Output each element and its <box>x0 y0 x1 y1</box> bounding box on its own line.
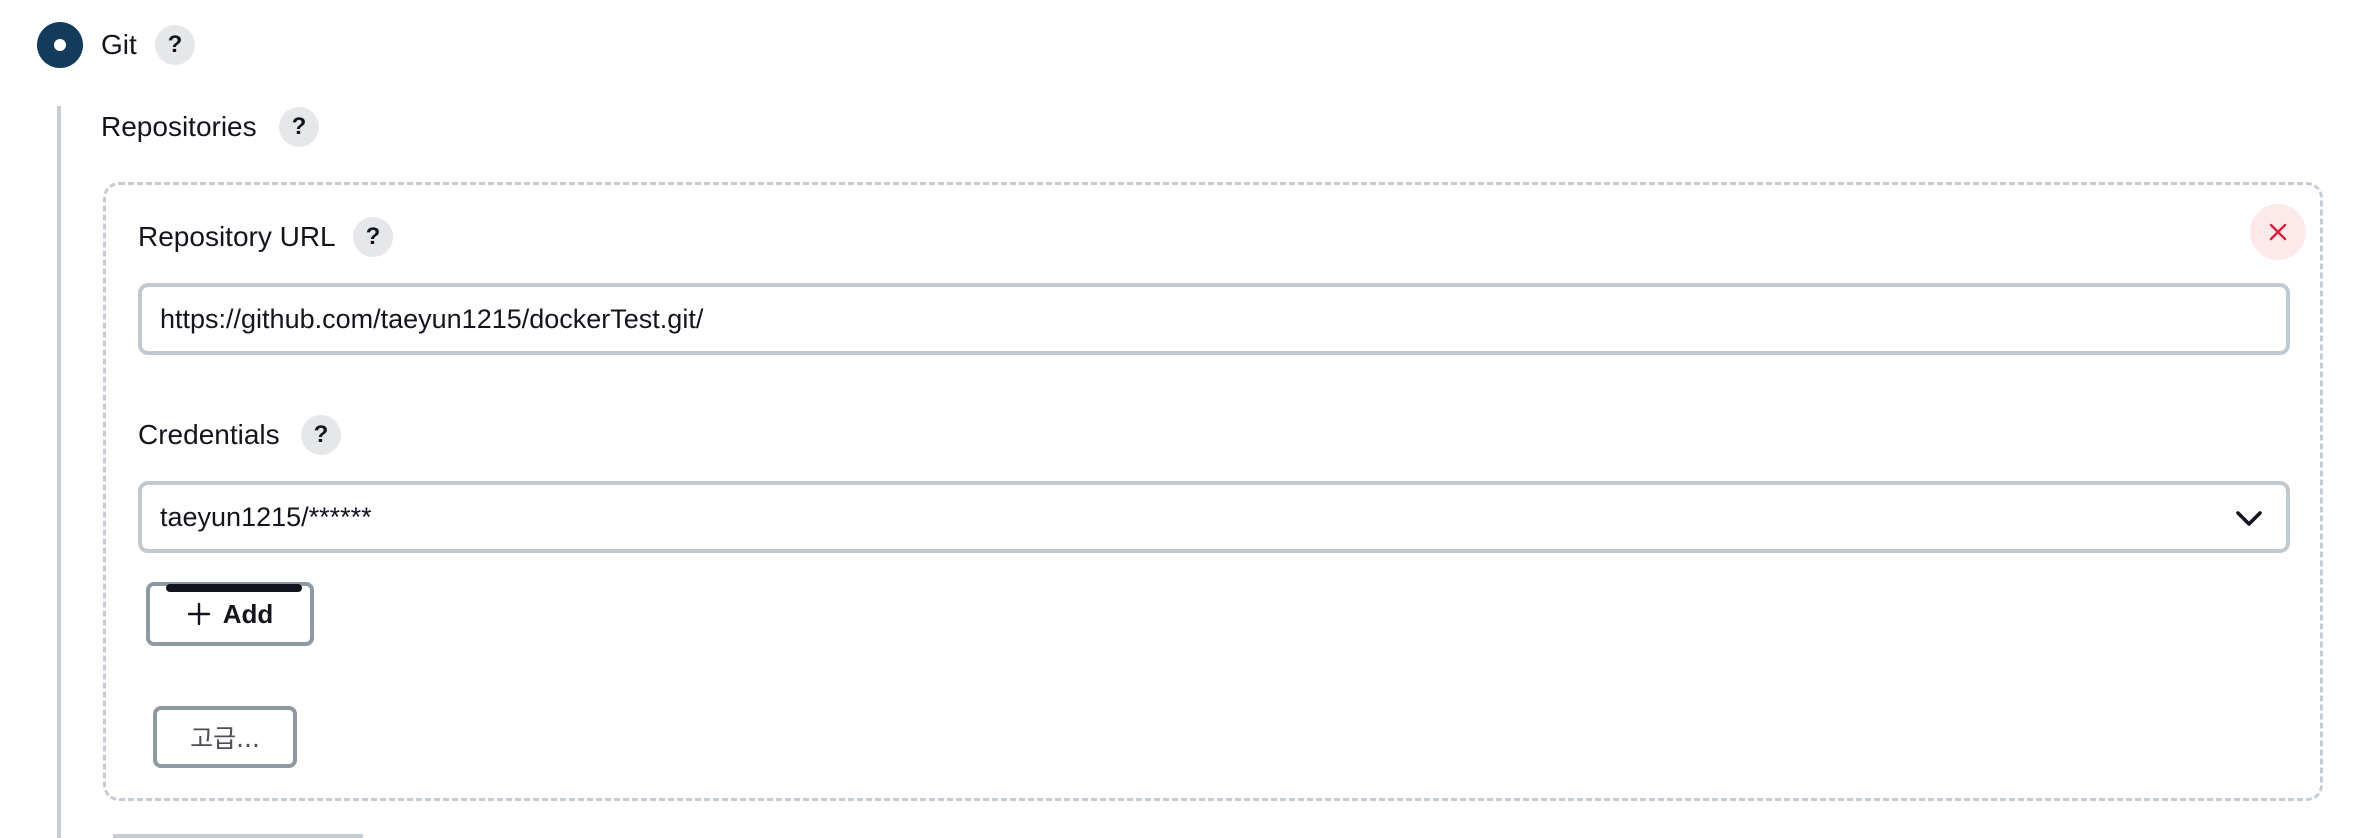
advanced-button[interactable]: 고급... <box>153 706 297 768</box>
git-help-icon[interactable]: ? <box>155 25 195 65</box>
credentials-selected-value: taeyun1215/****** <box>160 501 372 532</box>
repository-url-input[interactable] <box>138 283 2290 355</box>
credentials-select[interactable]: taeyun1215/****** <box>138 481 2290 553</box>
credentials-help-icon[interactable]: ? <box>301 415 341 455</box>
repositories-label: Repositories <box>101 111 257 142</box>
section-divider <box>57 106 61 838</box>
plus-icon <box>187 602 210 626</box>
chevron-down-icon <box>2236 511 2262 526</box>
repositories-help-icon[interactable]: ? <box>279 107 319 147</box>
next-section-edge <box>113 834 363 838</box>
repository-url-help-icon[interactable]: ? <box>353 217 393 257</box>
repository-url-label: Repository URL <box>138 221 336 252</box>
close-icon <box>2269 223 2287 241</box>
credentials-label: Credentials <box>138 419 280 450</box>
radio-selected-icon <box>54 39 66 51</box>
git-radio[interactable] <box>37 22 83 68</box>
add-button-dropdown-indicator <box>166 584 302 592</box>
add-button-label: Add <box>222 598 274 629</box>
git-label: Git <box>101 29 137 60</box>
remove-repository-button[interactable] <box>2250 204 2306 260</box>
